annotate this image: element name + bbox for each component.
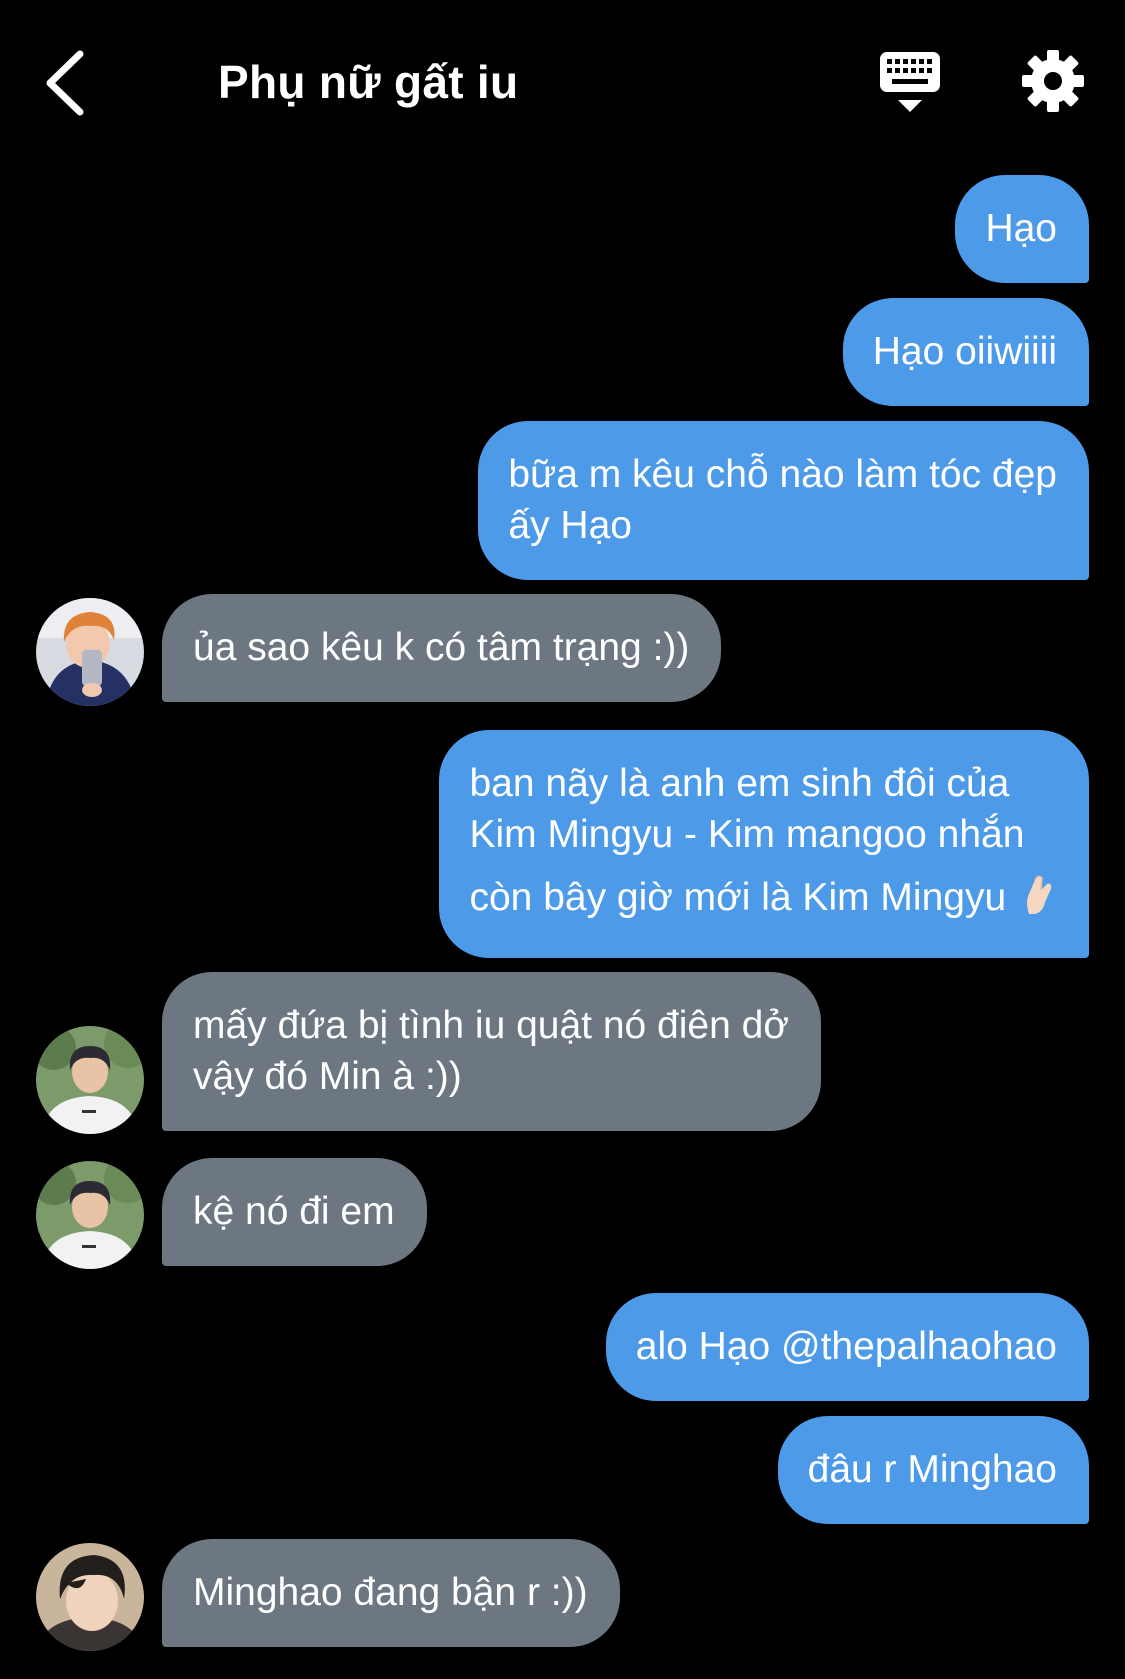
white-shirt-avatar [36, 1161, 144, 1269]
message-text-line: ấy Hạo [508, 504, 632, 547]
message-text-line: ủa sao kêu k có tâm trạng :)) [193, 626, 690, 669]
message-text-line: kệ nó đi em [193, 1190, 395, 1233]
incoming-message[interactable]: Minghao đang bận r :)) [162, 1539, 620, 1647]
back-button[interactable] [38, 48, 98, 118]
incoming-message[interactable]: kệ nó đi em [162, 1158, 427, 1266]
outgoing-message[interactable]: Hạo [955, 175, 1089, 283]
message-text-line: bữa m kêu chỗ nào làm tóc đẹp [508, 453, 1057, 496]
message-text-line: Kim Mingyu - Kim mangoo nhắn [469, 813, 1025, 856]
outgoing-message[interactable]: Hạo oiiwiiii [842, 298, 1089, 406]
outgoing-message[interactable]: bữa m kêu chỗ nào làm tóc đẹp ấy Hạo [478, 421, 1089, 580]
outgoing-message[interactable]: alo Hạo @thepalhaohao [605, 1293, 1089, 1401]
dark-hair-avatar [36, 1543, 144, 1651]
incoming-message[interactable]: mấy đứa bị tình iu quật nó điên dở vậy đ… [162, 972, 821, 1131]
chat-header: Phụ nữ gất iu [0, 0, 1125, 160]
message-text-line: ban nãy là anh em sinh đôi của [469, 762, 1010, 805]
chat-title: Phụ nữ gất iu [218, 56, 519, 108]
avatar[interactable] [36, 1543, 144, 1651]
finger-heart-emoji-icon [1021, 872, 1057, 929]
message-text-line: vậy đó Min à :)) [193, 1055, 462, 1098]
message-text-line: còn bây giờ mới là Kim Mingyu [469, 872, 1057, 929]
message-text-line: Hạo oiiwiiii [872, 330, 1057, 373]
avatar[interactable] [36, 1161, 144, 1269]
incoming-message[interactable]: ủa sao kêu k có tâm trạng :)) [162, 594, 722, 702]
outgoing-message[interactable]: ban nãy là anh em sinh đôi của Kim Mingy… [439, 730, 1089, 958]
chevron-left-icon [46, 50, 84, 116]
outgoing-message[interactable]: đâu r Minghao [777, 1416, 1089, 1524]
message-text-line: alo Hạo @thepalhaohao [635, 1325, 1057, 1368]
message-text-line: Hạo [985, 207, 1057, 250]
avatar[interactable] [36, 598, 144, 706]
message-text: còn bây giờ mới là Kim Mingyu [469, 876, 1007, 919]
gear-icon [1022, 50, 1084, 112]
keyboard-dismiss-icon [880, 52, 940, 112]
message-text-line: mấy đứa bị tình iu quật nó điên dở [193, 1004, 789, 1047]
message-text-line: đâu r Minghao [807, 1448, 1057, 1491]
message-text-line: Minghao đang bận r :)) [193, 1571, 588, 1614]
white-shirt-avatar [36, 1026, 144, 1134]
orange-hair-selfie-avatar [36, 598, 144, 706]
settings-button[interactable] [1020, 48, 1086, 114]
avatar[interactable] [36, 1026, 144, 1134]
keyboard-button[interactable] [878, 50, 942, 116]
